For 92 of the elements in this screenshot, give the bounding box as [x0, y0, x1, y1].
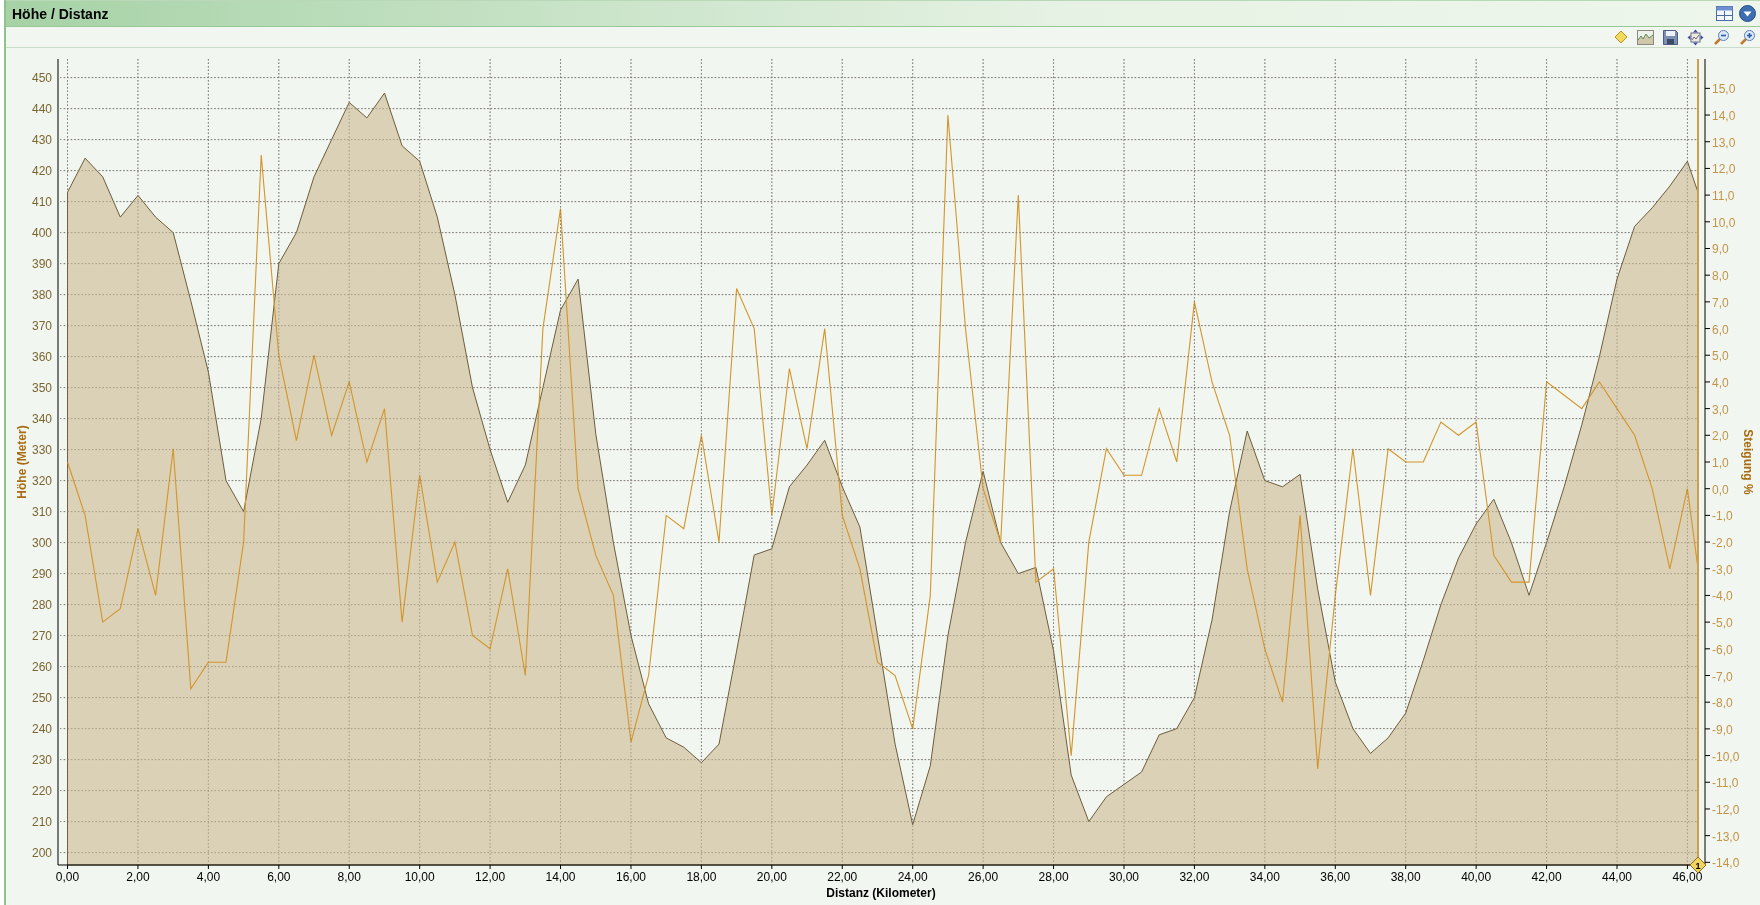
axis-label: 42,00: [1531, 870, 1562, 884]
layout-icon[interactable]: [1716, 6, 1733, 21]
axis-label: 24,00: [897, 870, 928, 884]
axis-label: -1,0: [1712, 509, 1733, 524]
axis-label: 8,0: [1712, 269, 1729, 284]
axis-label: 430: [31, 132, 52, 147]
axis-label: 12,00: [475, 870, 506, 884]
axis-label: 30,00: [1108, 870, 1139, 884]
axis-label: 11,0: [1712, 189, 1735, 204]
axis-label: 230: [31, 752, 52, 767]
axis-label: 28,00: [1038, 870, 1069, 884]
axis-label: 330: [31, 442, 52, 457]
axis-label: -13,0: [1712, 829, 1740, 844]
axis-label: 1,0: [1712, 456, 1729, 470]
axis-label: -8,0: [1712, 696, 1733, 711]
axis-label: 26,00: [968, 870, 999, 884]
axis-label: 0,00: [55, 870, 80, 884]
axis-label: 10,0: [1712, 215, 1736, 230]
x-axis-title: Distanz (Kilometer): [826, 886, 936, 900]
axis-label: 270: [31, 628, 52, 643]
y-axis-title: Steigung %: [1741, 429, 1755, 495]
axis-label: 36,00: [1320, 870, 1351, 884]
axis-label: 8,00: [337, 870, 361, 884]
axis-label: 300: [31, 535, 52, 550]
zoom-in-icon[interactable]: [1739, 28, 1756, 46]
axis-label: 210: [31, 814, 52, 829]
axis-label: 4,0: [1712, 375, 1729, 390]
panel-title: Höhe / Distanz: [12, 5, 109, 22]
axis-label: 370: [31, 318, 52, 333]
axis-label: -3,0: [1712, 562, 1733, 577]
axis-label: -14,0: [1712, 856, 1740, 871]
chart-icon[interactable]: [1637, 29, 1654, 45]
axis-label: 2,00: [126, 870, 150, 884]
axis-label: 14,00: [545, 870, 576, 884]
axis-label: 22,00: [827, 870, 858, 884]
axis-label: -12,0: [1712, 802, 1740, 817]
axis-label: 40,00: [1461, 870, 1492, 884]
axis-label: 7,0: [1712, 295, 1729, 310]
axis-label: 420: [31, 163, 52, 178]
axis-label: 220: [31, 783, 52, 798]
axis-label: 20,00: [756, 870, 787, 884]
axis-label: -4,0: [1712, 589, 1733, 604]
axis-label: 250: [31, 690, 52, 705]
axis-label: 10,00: [404, 870, 435, 884]
save-icon[interactable]: [1663, 29, 1678, 45]
axis-label: 340: [31, 411, 52, 426]
dropdown-icon[interactable]: [1739, 5, 1756, 22]
axis-label: 6,00: [267, 870, 291, 884]
diamond-icon[interactable]: [1614, 30, 1628, 44]
axis-label: 9,0: [1712, 242, 1729, 257]
axis-label: 15,0: [1712, 82, 1736, 97]
axis-label: 200: [31, 845, 52, 860]
axis-label: -9,0: [1712, 722, 1733, 737]
axis-label: 240: [31, 721, 52, 736]
axis-label: 380: [31, 287, 52, 302]
axis-label: 12,0: [1712, 162, 1736, 177]
axis-label: 4,00: [196, 870, 221, 884]
axis-label: -7,0: [1712, 669, 1733, 684]
axis-label: 3,0: [1712, 402, 1729, 417]
axis-label: 44,00: [1602, 870, 1632, 884]
axis-label: 2,0: [1712, 429, 1729, 444]
axis-label: 400: [31, 225, 52, 240]
zoom-out-icon[interactable]: [1713, 28, 1730, 46]
axis-label: 14,0: [1712, 109, 1736, 124]
axis-label: -6,0: [1712, 642, 1733, 657]
axis-label: 410: [31, 194, 52, 209]
axis-label: 290: [31, 566, 52, 581]
axis-label: 280: [31, 597, 52, 612]
axis-label: -10,0: [1712, 749, 1740, 764]
axis-label: 16,00: [615, 870, 646, 884]
axis-label: 34,00: [1249, 870, 1280, 884]
axis-label: 38,00: [1390, 870, 1421, 884]
axis-label: 440: [31, 101, 52, 116]
axis-label: 13,0: [1712, 135, 1736, 150]
axis-label: 310: [31, 504, 52, 519]
axis-label: -11,0: [1712, 776, 1739, 791]
axis-label: 6,0: [1712, 322, 1729, 337]
axis-label: -5,0: [1712, 616, 1733, 631]
annotation: 1: [1695, 861, 1701, 871]
axis-label: 32,00: [1179, 870, 1210, 884]
axis-label: 390: [31, 256, 52, 271]
axis-label: 320: [31, 473, 52, 488]
axis-label: 350: [31, 380, 52, 395]
axis-label: 450: [31, 70, 52, 85]
y-axis-title: Höhe (Meter): [15, 425, 29, 499]
axis-label: -2,0: [1712, 536, 1733, 551]
axis-label: 18,00: [686, 870, 717, 884]
move-icon[interactable]: [1687, 28, 1704, 46]
axis-label: 360: [31, 349, 52, 364]
axis-label: 0,0: [1712, 482, 1729, 497]
axis-label: 5,0: [1712, 349, 1729, 364]
axis-label: 260: [31, 659, 52, 674]
